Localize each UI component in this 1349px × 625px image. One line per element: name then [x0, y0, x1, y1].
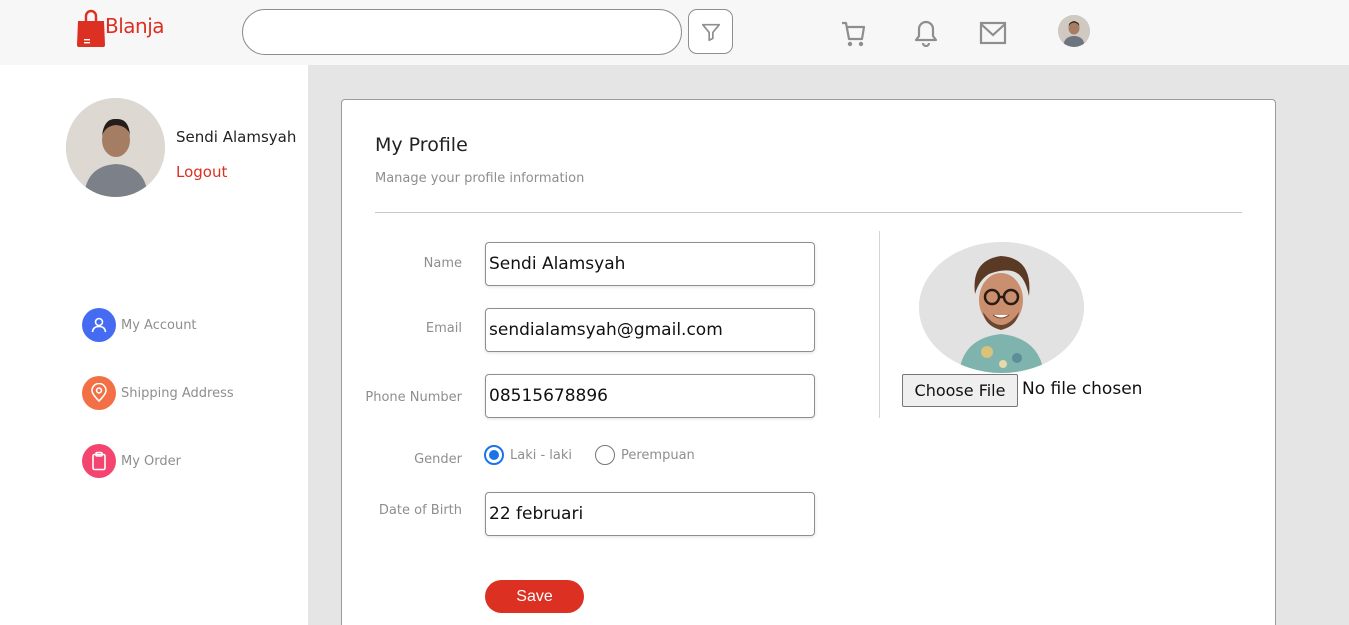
- radio-label: Laki - laki: [510, 447, 573, 463]
- logout-link[interactable]: Logout: [176, 163, 227, 181]
- radio-label: Perempuan: [621, 447, 695, 463]
- brand-logo[interactable]: Blanja: [76, 9, 165, 47]
- radio-checked[interactable]: [484, 445, 504, 465]
- sidebar-item-label: Shipping Address: [121, 385, 234, 401]
- mail-icon: [979, 21, 1007, 45]
- search-input[interactable]: [242, 9, 682, 55]
- clipboard-icon: [82, 444, 116, 478]
- page-subtitle: Manage your profile information: [375, 171, 585, 186]
- save-button[interactable]: Save: [485, 580, 584, 613]
- profile-photo: [919, 242, 1084, 373]
- avatar-image: [1058, 15, 1090, 47]
- name-field[interactable]: [485, 242, 815, 286]
- brand-name: Blanja: [105, 14, 165, 38]
- sidebar-item-label: My Account: [121, 317, 197, 333]
- mail-button[interactable]: [978, 18, 1008, 48]
- divider: [375, 212, 1242, 213]
- profile-avatar-image: [66, 98, 165, 197]
- name-label: Name: [423, 256, 462, 271]
- filter-icon: [701, 23, 720, 41]
- email-field[interactable]: [485, 308, 815, 352]
- top-navbar: Blanja: [0, 0, 1349, 65]
- sidebar-item-label: My Order: [121, 453, 181, 469]
- vertical-divider: [879, 231, 880, 418]
- profile-photo-image: [919, 242, 1084, 373]
- sidebar-user-name: Sendi Alamsyah: [176, 128, 297, 146]
- gender-label: Gender: [414, 452, 462, 467]
- file-status-text: No file chosen: [1022, 379, 1143, 399]
- gender-radio-male[interactable]: Laki - laki: [484, 445, 572, 465]
- dob-label: Date of Birth: [378, 503, 462, 518]
- user-avatar[interactable]: [1058, 15, 1090, 47]
- sidebar-item-my-order[interactable]: My Order: [82, 444, 181, 478]
- cart-icon: [842, 21, 866, 47]
- page-title: My Profile: [375, 134, 468, 156]
- phone-field[interactable]: [485, 374, 815, 418]
- dob-field[interactable]: [485, 492, 815, 536]
- cart-button[interactable]: [838, 18, 868, 48]
- filter-button[interactable]: [688, 9, 733, 54]
- sidebar-item-shipping-address[interactable]: Shipping Address: [82, 376, 234, 410]
- phone-label: Phone Number: [365, 390, 462, 405]
- notification-button[interactable]: [911, 18, 941, 48]
- gender-radio-female[interactable]: Perempuan: [595, 445, 695, 465]
- sidebar: Sendi Alamsyah Logout My Account Shippin…: [0, 65, 308, 625]
- profile-avatar: [66, 98, 165, 197]
- choose-file-button[interactable]: Choose File: [902, 374, 1018, 407]
- location-pin-icon: [82, 376, 116, 410]
- user-icon: [82, 308, 116, 342]
- bell-icon: [914, 20, 938, 47]
- email-label: Email: [425, 321, 462, 336]
- shopping-bag-icon: [77, 9, 105, 47]
- radio-unchecked[interactable]: [595, 445, 615, 465]
- sidebar-item-my-account[interactable]: My Account: [82, 308, 197, 342]
